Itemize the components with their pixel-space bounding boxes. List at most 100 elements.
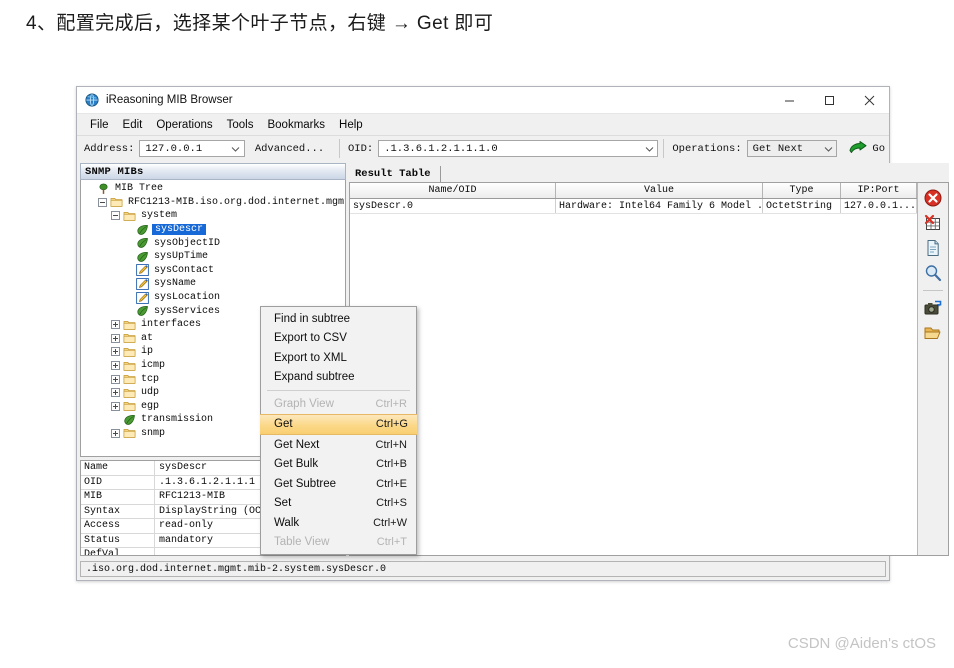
- context-menu-item-label: Export to XML: [274, 351, 347, 364]
- stop-icon[interactable]: [923, 188, 943, 208]
- menu-operations[interactable]: Operations: [149, 117, 219, 133]
- go-button[interactable]: Go: [849, 141, 885, 156]
- result-tabstrip: Result Table: [349, 163, 950, 183]
- expand-icon[interactable]: [111, 401, 120, 411]
- cell-ip-port: 127.0.0.1...: [841, 199, 918, 213]
- page-title: 4、配置完成后，选择某个叶子节点，右键 → Get 即可: [26, 13, 494, 34]
- tree-node-sysuptime[interactable]: sysUpTime: [81, 250, 345, 264]
- expand-icon[interactable]: [111, 333, 120, 343]
- column-header-name-oid[interactable]: Name/OID: [350, 183, 556, 198]
- context-menu-item-shortcut: Ctrl+N: [375, 438, 407, 451]
- tree-node-label: transmission: [141, 414, 214, 426]
- close-button[interactable]: [849, 87, 889, 113]
- folder-icon: [123, 429, 136, 439]
- capture-icon[interactable]: [923, 298, 943, 318]
- oid-input[interactable]: .1.3.6.1.2.1.1.1.0: [378, 140, 659, 157]
- column-header-value[interactable]: Value: [556, 183, 763, 198]
- watermark: CSDN @Aiden's ctOS: [787, 635, 936, 652]
- result-table-area: Name/OID Value Type IP:Port sysDescr.0 H…: [349, 183, 950, 556]
- advanced-button[interactable]: Advanced...: [245, 140, 334, 158]
- context-menu-item-shortcut: Ctrl+R: [375, 397, 407, 410]
- context-menu-item-set[interactable]: Set Ctrl+S: [261, 494, 416, 514]
- tree-node-mib-tree[interactable]: MIB Tree: [81, 182, 345, 196]
- search-icon[interactable]: [923, 263, 943, 283]
- table-row[interactable]: sysDescr.0 Hardware: Intel64 Family 6 Mo…: [350, 199, 918, 214]
- chevron-down-icon[interactable]: [228, 141, 244, 156]
- tree-node-syslocation[interactable]: sysLocation: [81, 291, 345, 305]
- chevron-down-icon[interactable]: [641, 141, 657, 156]
- expand-icon[interactable]: [111, 374, 120, 384]
- side-toolbar-divider: [923, 290, 944, 291]
- property-key: Name: [81, 461, 155, 475]
- expand-icon[interactable]: [111, 347, 120, 357]
- tree-node-syscontact[interactable]: sysContact: [81, 264, 345, 278]
- property-key: Status: [81, 533, 155, 547]
- property-key: MIB: [81, 490, 155, 504]
- leaf-icon: [124, 414, 135, 425]
- tree-node-label: system: [141, 210, 178, 222]
- leaf-icon: [137, 251, 148, 262]
- context-menu-item-export-to-csv[interactable]: Export to CSV: [261, 329, 416, 349]
- tab-result-table[interactable]: Result Table: [349, 166, 441, 182]
- collapse-icon[interactable]: [111, 211, 120, 221]
- window-controls: [769, 87, 889, 113]
- operations-value: Get Next: [752, 142, 804, 155]
- context-menu-item-get-next[interactable]: Get Next Ctrl+N: [261, 435, 416, 455]
- tree-node-label: sysObjectID: [154, 237, 221, 249]
- menu-edit[interactable]: Edit: [116, 117, 150, 133]
- chevron-down-icon[interactable]: [820, 141, 836, 156]
- property-key: OID: [81, 475, 155, 489]
- statusbar: .iso.org.dod.internet.mgmt.mib-2.system.…: [80, 561, 886, 577]
- result-table[interactable]: Name/OID Value Type IP:Port sysDescr.0 H…: [350, 183, 918, 555]
- context-menu-item-shortcut: Ctrl+G: [375, 418, 408, 431]
- context-menu-item-get-subtree[interactable]: Get Subtree Ctrl+E: [261, 474, 416, 494]
- context-menu-item-get[interactable]: Get Ctrl+G: [260, 413, 417, 435]
- new-document-icon[interactable]: [923, 238, 943, 258]
- collapse-icon[interactable]: [98, 197, 107, 207]
- tree-node-sysdescr[interactable]: sysDescr: [81, 223, 345, 237]
- menu-help[interactable]: Help: [332, 117, 370, 133]
- pencil-icon: [136, 291, 149, 304]
- tree-node-sysobjectid[interactable]: sysObjectID: [81, 236, 345, 250]
- mib-browser-window: iReasoning MIB Browser File Edit Operati…: [76, 86, 950, 581]
- column-header-type[interactable]: Type: [763, 183, 841, 198]
- address-label: Address:: [84, 142, 135, 155]
- menu-file[interactable]: File: [83, 117, 116, 133]
- tree-node-system[interactable]: system: [81, 209, 345, 223]
- open-folder-icon[interactable]: [923, 323, 943, 343]
- tree-node-sysname[interactable]: sysName: [81, 277, 345, 291]
- context-menu-item-get-bulk[interactable]: Get Bulk Ctrl+B: [261, 455, 416, 475]
- expand-icon[interactable]: [111, 428, 120, 438]
- tree-context-menu[interactable]: Find in subtree Export to CSV Export to XM…: [260, 306, 417, 555]
- context-menu-item-walk[interactable]: Walk Ctrl+W: [261, 513, 416, 533]
- tree-node-label: sysDescr: [152, 224, 207, 236]
- context-menu-item-find-in-subtree[interactable]: Find in subtree: [261, 309, 416, 329]
- clear-table-icon[interactable]: [923, 213, 943, 233]
- minimize-button[interactable]: [769, 87, 809, 113]
- context-menu-item-label: Export to CSV: [274, 332, 347, 345]
- context-menu-item-export-to-xml[interactable]: Export to XML: [261, 348, 416, 368]
- context-menu-item-graph-view: Graph View Ctrl+R: [261, 394, 416, 414]
- expand-icon[interactable]: [111, 361, 120, 371]
- expand-icon[interactable]: [111, 388, 120, 398]
- menu-bookmarks[interactable]: Bookmarks: [260, 117, 332, 133]
- toolbar-separator-2: [663, 139, 665, 158]
- operations-select[interactable]: Get Next: [746, 140, 838, 157]
- address-input[interactable]: 127.0.0.1: [139, 140, 245, 157]
- maximize-button[interactable]: [809, 87, 849, 113]
- operations-label: Operations:: [672, 142, 742, 155]
- context-menu-item-shortcut: Ctrl+S: [376, 497, 407, 510]
- folder-icon: [123, 375, 136, 384]
- expand-icon[interactable]: [111, 320, 120, 330]
- oid-label: OID:: [347, 142, 374, 155]
- context-menu-item-expand-subtree[interactable]: Expand subtree: [261, 368, 416, 388]
- context-menu-item-label: Get Next: [274, 438, 320, 451]
- context-menu-item-label: Get: [274, 418, 293, 431]
- tree-node-rfc1213-mib-iso-org-dod-internet-mgmt-mib-2[interactable]: RFC1213-MIB.iso.org.dod.internet.mgmt.mi…: [81, 196, 345, 210]
- oid-value: .1.3.6.1.2.1.1.1.0: [384, 142, 498, 155]
- column-header-ip-port[interactable]: IP:Port: [841, 183, 918, 198]
- snmp-mibs-title: SNMP MIBs: [85, 165, 144, 178]
- folder-icon: [123, 388, 136, 398]
- menu-tools[interactable]: Tools: [220, 117, 261, 133]
- folder-icon: [123, 212, 136, 221]
